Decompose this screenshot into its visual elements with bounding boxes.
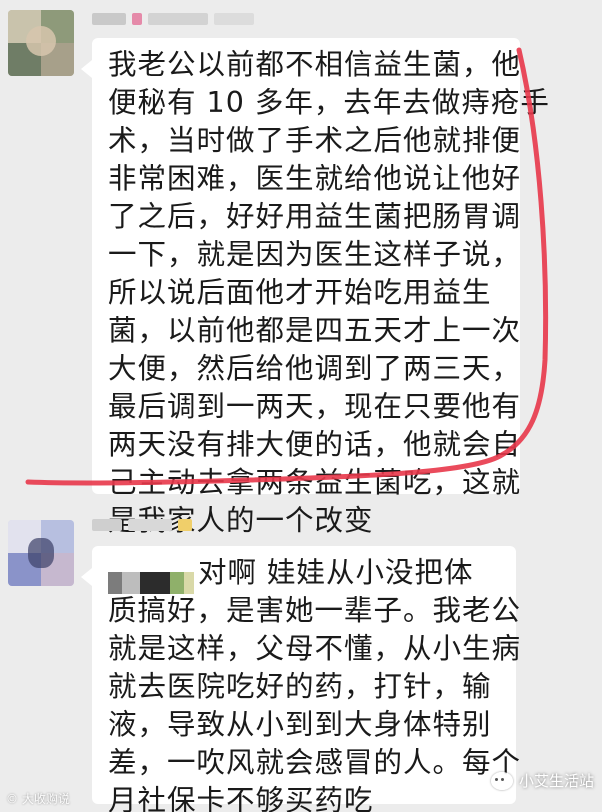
message-1-line: 两天没有排大便的话，他就会自 — [108, 428, 522, 461]
message-1-line: 一下，就是因为医生这样子说， — [108, 238, 522, 271]
watermark-right-text: 小艾生活站 — [518, 772, 594, 790]
message-1-line: 我老公以前都不相信益生菌，他 — [108, 48, 522, 81]
message-bubble-2[interactable]: 对啊 娃娃从小没把体 质搞好，是害她一辈子。我老公 就是这样，父母不懂，从小生病… — [81, 546, 522, 812]
message-1-line: 菌，以前他都是四五天才上一次 — [108, 314, 522, 347]
sender-name-2-redacted — [92, 516, 192, 534]
sender-avatar-1[interactable] — [8, 10, 74, 76]
watermark-left: © 大收购说 — [6, 792, 70, 806]
message-2-first-line: 对啊 娃娃从小没把体 — [198, 556, 474, 589]
message-2-line: 对啊 娃娃从小没把体 — [108, 554, 506, 594]
sender-name-1-redacted — [92, 10, 254, 28]
message-1-line: 大便，然后给他调到了两三天， — [108, 352, 522, 385]
message-2-line: 就是这样，父母不懂，从小生病 — [108, 632, 522, 665]
message-1-line: 己主动去拿两条益生菌吃，这就 — [108, 466, 522, 499]
message-1-line: 所以说后面他才开始吃用益生 — [108, 276, 492, 309]
message-1-line: 最后调到一两天，现在只要他有 — [108, 390, 522, 423]
message-1-line: 非常困难，医生就给他说让他好 — [108, 162, 522, 195]
watermark-right: 小艾生活站 — [490, 770, 594, 791]
chat-screen: 我老公以前都不相信益生菌，他 便秘有 10 多年，去年去做痔疮手 术，当时做了手… — [0, 0, 602, 812]
message-2-line: 就去医院吃好的药，打针，输 — [108, 670, 492, 703]
redacted-mention — [108, 563, 194, 594]
message-2-line: 差，一吹风就会感冒的人。每个 — [108, 746, 522, 779]
message-2-line: 液，导致从小到到大身体特别 — [108, 708, 492, 741]
message-2-line: 质搞好，是害她一辈子。我老公 — [108, 594, 522, 627]
message-2-line: 月社保卡不够买药吃 — [108, 784, 374, 812]
wechat-icon — [490, 771, 513, 790]
message-1-line: 术，当时做了手术之后他就排便 — [108, 124, 522, 157]
sender-avatar-2[interactable] — [8, 520, 74, 586]
message-1-line: 便秘有 10 多年，去年去做痔疮手 — [108, 86, 550, 119]
message-1-line: 了之后，好好用益生菌把肠胃调 — [108, 200, 522, 233]
message-bubble-1[interactable]: 我老公以前都不相信益生菌，他 便秘有 10 多年，去年去做痔疮手 术，当时做了手… — [81, 38, 550, 537]
